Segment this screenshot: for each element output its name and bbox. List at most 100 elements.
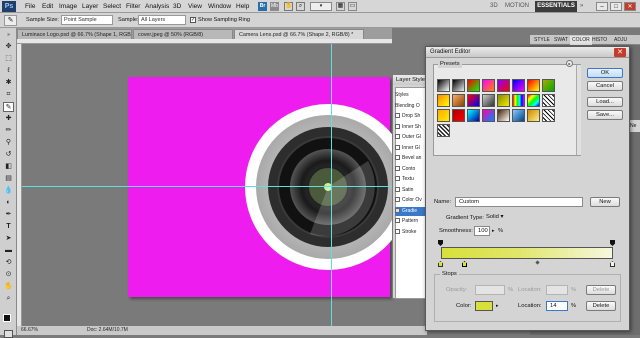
opacity-input[interactable] bbox=[475, 285, 505, 295]
zoom-readout[interactable]: 66.67% bbox=[21, 326, 38, 335]
gradient-preset-swatch[interactable] bbox=[542, 94, 555, 107]
layer-style-checkbox[interactable] bbox=[395, 144, 400, 150]
move-tool-icon[interactable]: ✥ bbox=[3, 42, 14, 52]
gradient-preset-swatch[interactable] bbox=[512, 94, 525, 107]
menu-edit[interactable]: Edit bbox=[42, 1, 53, 12]
path-select-tool-icon[interactable]: ➤ bbox=[3, 234, 14, 244]
delete-opacity-stop-button[interactable]: Delete bbox=[586, 285, 616, 295]
menu-view[interactable]: View bbox=[188, 1, 202, 12]
eyedropper-tool-icon[interactable]: ✎ bbox=[3, 102, 14, 112]
gradient-name-input[interactable]: Custom bbox=[455, 197, 583, 207]
menu-help[interactable]: Help bbox=[236, 1, 249, 12]
workspace-more-icon[interactable]: » bbox=[580, 1, 583, 12]
history-brush-tool-icon[interactable]: ↺ bbox=[3, 150, 14, 160]
quick-mask-icon[interactable] bbox=[4, 330, 13, 338]
toolbox-collapse-icon[interactable]: » bbox=[3, 30, 14, 40]
tab-cover-jpeg[interactable]: cover.jpeg @ 50% (RGB/8) bbox=[133, 29, 233, 39]
brush-tool-icon[interactable]: ✏ bbox=[3, 126, 14, 136]
opacity-location-input[interactable] bbox=[546, 285, 568, 295]
presets-scrollbar[interactable] bbox=[576, 65, 581, 155]
zoom-icon[interactable]: ⌕ bbox=[296, 2, 305, 11]
show-ring-checkbox[interactable]: ✓ bbox=[190, 17, 196, 23]
close-window-button[interactable]: ✕ bbox=[624, 2, 636, 11]
save-button[interactable]: Save... bbox=[587, 110, 623, 120]
gradient-tool-icon[interactable]: ▤ bbox=[3, 174, 14, 184]
sample-select[interactable]: All Layers bbox=[138, 15, 186, 25]
gradient-preset-swatch[interactable] bbox=[467, 109, 480, 122]
3d-camera-tool-icon[interactable]: ⊙ bbox=[3, 270, 14, 280]
crop-tool-icon[interactable]: ⌗ bbox=[3, 90, 14, 100]
layer-style-checkbox[interactable] bbox=[395, 186, 400, 192]
gradient-type-select[interactable]: Solid ▾ bbox=[484, 213, 512, 223]
gradient-preset-swatch[interactable] bbox=[512, 79, 525, 92]
layer-style-checkbox[interactable] bbox=[395, 228, 400, 234]
menu-window[interactable]: Window bbox=[208, 1, 231, 12]
menu-filter[interactable]: Filter bbox=[126, 1, 140, 12]
color-stop-2-selected[interactable] bbox=[462, 261, 467, 267]
load-button[interactable]: Load... bbox=[587, 97, 623, 107]
sample-size-select[interactable]: Point Sample bbox=[61, 15, 113, 25]
opacity-stop-left[interactable] bbox=[438, 240, 443, 246]
gradient-preset-swatch[interactable] bbox=[527, 94, 540, 107]
menu-image[interactable]: Image bbox=[59, 1, 77, 12]
blur-tool-icon[interactable]: 💧 bbox=[3, 186, 14, 196]
color-location-input[interactable]: 14 bbox=[546, 301, 568, 311]
close-dialog-button[interactable]: ✕ bbox=[614, 48, 626, 57]
layer-style-checkbox[interactable] bbox=[395, 123, 400, 129]
tab-camera-lens[interactable]: Camera Lens.psd @ 66.7% (Shape 2, RGB/8)… bbox=[234, 29, 364, 39]
color-stop-end[interactable] bbox=[610, 261, 615, 267]
gradient-preset-swatch[interactable] bbox=[482, 94, 495, 107]
color-swatch-button[interactable] bbox=[475, 301, 493, 311]
gradient-preset-swatch[interactable] bbox=[497, 94, 510, 107]
gradient-preset-swatch[interactable] bbox=[497, 109, 510, 122]
cancel-button[interactable]: Cancel bbox=[587, 81, 623, 91]
vertical-guide[interactable] bbox=[331, 44, 332, 326]
menu-3d[interactable]: 3D bbox=[173, 1, 181, 12]
gradient-preview-bar[interactable] bbox=[441, 247, 613, 259]
gradient-preset-swatch[interactable] bbox=[437, 94, 450, 107]
gradient-preset-swatch[interactable] bbox=[437, 124, 450, 137]
gradient-preset-swatch[interactable] bbox=[497, 79, 510, 92]
layer-style-checkbox[interactable] bbox=[395, 218, 400, 224]
3d-rotate-tool-icon[interactable]: ⟲ bbox=[3, 258, 14, 268]
layer-style-checkbox[interactable] bbox=[395, 134, 400, 140]
zoom-level-dropdown[interactable]: ▾ bbox=[310, 2, 332, 11]
menu-select[interactable]: Select bbox=[103, 1, 121, 12]
pen-tool-icon[interactable]: ✒ bbox=[3, 210, 14, 220]
gradient-preset-swatch[interactable] bbox=[527, 109, 540, 122]
hand-tool-icon[interactable]: ✋ bbox=[3, 282, 14, 292]
clone-stamp-tool-icon[interactable]: ⚲ bbox=[3, 138, 14, 148]
dodge-tool-icon[interactable]: ◐ bbox=[3, 198, 14, 208]
presets-menu-icon[interactable]: ▸ bbox=[566, 60, 573, 67]
color-stop-1[interactable] bbox=[438, 261, 443, 267]
mini-bridge-icon[interactable]: Mb bbox=[270, 2, 279, 11]
gradient-preset-swatch[interactable] bbox=[467, 94, 480, 107]
shape-tool-icon[interactable]: ▬ bbox=[3, 246, 14, 256]
new-button[interactable]: New bbox=[590, 197, 620, 207]
gradient-preset-swatch[interactable] bbox=[512, 109, 525, 122]
foreground-color-swatch[interactable] bbox=[3, 314, 11, 322]
layer-style-checkbox[interactable] bbox=[395, 207, 400, 213]
gradient-preset-swatch[interactable] bbox=[527, 79, 540, 92]
delete-color-stop-button[interactable]: Delete bbox=[586, 301, 616, 311]
tab-adjustments[interactable]: ADJU bbox=[612, 36, 629, 45]
minimize-button[interactable]: – bbox=[596, 2, 608, 11]
screen-mode-icon[interactable]: ▭ bbox=[348, 2, 357, 11]
color-midpoint-diamond[interactable] bbox=[535, 260, 540, 265]
color-dropdown-icon[interactable]: ▸ bbox=[496, 302, 499, 310]
gradient-preset-swatch[interactable] bbox=[452, 109, 465, 122]
opacity-stop-right[interactable] bbox=[610, 240, 615, 246]
hand-icon[interactable]: ✋ bbox=[284, 2, 293, 11]
lasso-tool-icon[interactable]: ℓ bbox=[3, 66, 14, 76]
layer-style-checkbox[interactable] bbox=[395, 155, 400, 161]
layer-style-checkbox[interactable] bbox=[395, 176, 400, 182]
tab-color[interactable]: COLOR bbox=[570, 36, 592, 45]
smoothness-stepper-icon[interactable]: ▸ bbox=[492, 227, 495, 235]
bridge-icon[interactable]: Br bbox=[258, 2, 267, 11]
healing-brush-tool-icon[interactable]: ✚ bbox=[3, 114, 14, 124]
quick-select-tool-icon[interactable]: ✱ bbox=[3, 78, 14, 88]
tab-styles[interactable]: STYLE bbox=[532, 36, 552, 45]
zoom-tool-icon[interactable]: ⌕ bbox=[3, 294, 14, 304]
tab-histogram[interactable]: HISTO bbox=[590, 36, 609, 45]
maximize-button[interactable]: □ bbox=[610, 2, 622, 11]
